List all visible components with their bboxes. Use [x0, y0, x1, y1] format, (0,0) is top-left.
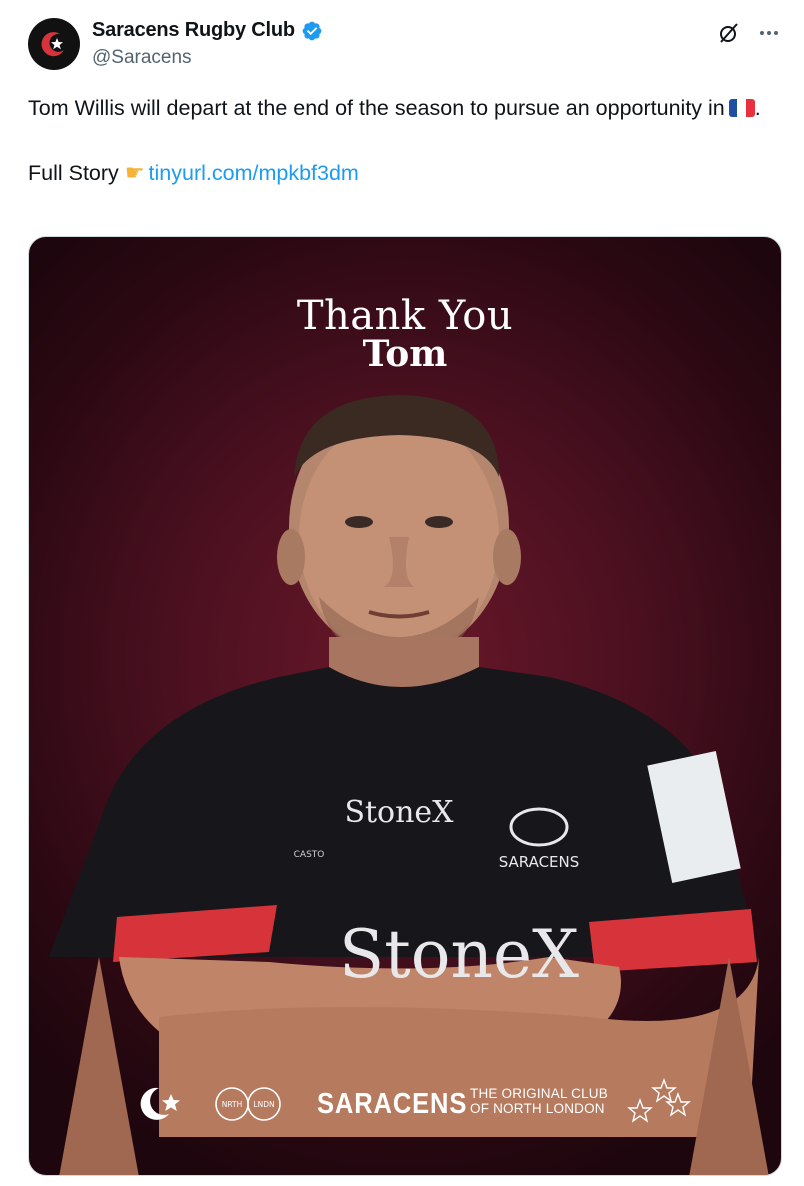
tweet-image[interactable]: StoneX CASTO SARACENS StoneX Thank You T…	[28, 236, 782, 1176]
three-stars-icon	[627, 1078, 691, 1123]
more-options-icon[interactable]	[756, 20, 782, 46]
author-handle[interactable]: @Saracens	[92, 47, 192, 69]
tweet-text-period: .	[754, 96, 761, 120]
author-display-name[interactable]: Saracens Rugby Club	[92, 19, 295, 42]
sleeve-sponsor-text: StoneX	[339, 916, 579, 993]
verified-badge-icon	[302, 21, 322, 40]
tweet-text-line1: Tom Willis will depart at the end of the…	[28, 96, 725, 120]
nl-badge-right-text: LNDN	[253, 1100, 274, 1109]
crest-text: SARACENS	[499, 853, 580, 871]
footer-tagline: THE ORIGINAL CLUB OF NORTH LONDON	[470, 1086, 608, 1116]
nl-badge-left-text: NRTH	[222, 1100, 243, 1109]
player-photo: StoneX CASTO SARACENS StoneX	[49, 395, 769, 1175]
saracens-logo-icon	[41, 32, 64, 57]
story-link[interactable]: tinyurl.com/mpkbf3dm	[149, 161, 359, 185]
france-flag-icon	[728, 99, 755, 117]
kit-brand-text: CASTO	[294, 850, 325, 860]
pointing-right-hand-icon: ☛	[124, 160, 145, 185]
footer-tagline-line2: OF NORTH LONDON	[470, 1101, 605, 1116]
full-story-label: Full Story	[28, 161, 119, 185]
tweet-card[interactable]: Saracens Rugby Club @Saracens Tom Willis…	[0, 0, 804, 1186]
chest-sponsor-text: StoneX	[344, 795, 454, 830]
image-footer-logos: NRTH LNDN SARACENS THE ORIGINAL CLUB OF …	[29, 1072, 781, 1132]
tweet-text: Tom Willis will depart at the end of the…	[28, 92, 780, 190]
saracens-crescent-icon	[140, 1087, 180, 1120]
footer-tagline-line1: THE ORIGINAL CLUB	[470, 1086, 608, 1101]
author-avatar[interactable]	[28, 18, 80, 70]
grok-icon[interactable]	[716, 20, 742, 46]
footer-brand: SARACENS	[317, 1088, 468, 1120]
north-london-badge-icon: NRTH LNDN	[215, 1087, 281, 1121]
image-title-line2: Tom	[362, 333, 448, 375]
